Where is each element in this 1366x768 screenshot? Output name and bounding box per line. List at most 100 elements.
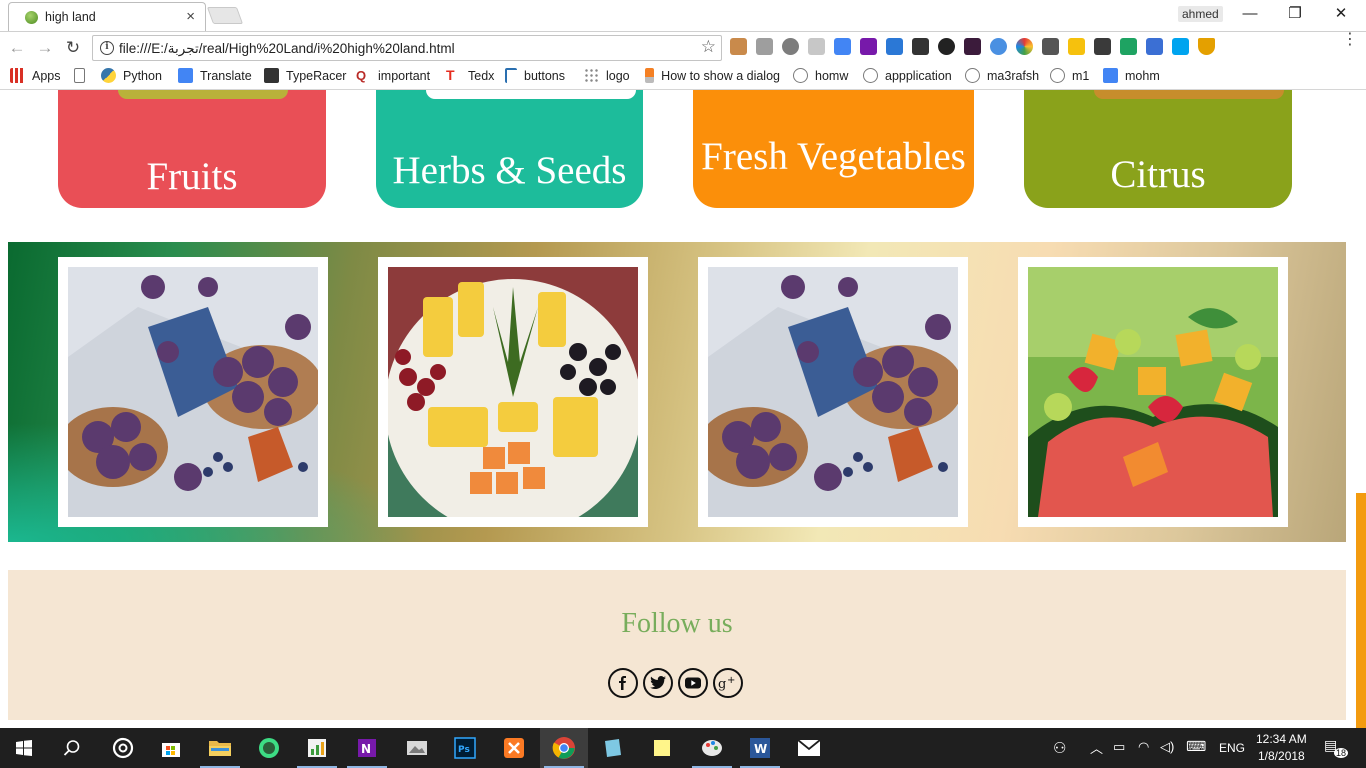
bookmark-translate[interactable]: Translate <box>178 68 252 83</box>
bookmark-python[interactable]: Python <box>101 68 162 83</box>
bookmark-tedx[interactable]: T Tedx <box>446 68 494 83</box>
clock-time[interactable]: 12:34 AM <box>1256 732 1307 746</box>
uwc-icon <box>863 68 878 83</box>
new-tab-button[interactable] <box>206 7 244 24</box>
extension-s-icon[interactable] <box>1172 38 1189 55</box>
search-icon[interactable] <box>48 728 96 768</box>
chart-app-icon[interactable] <box>293 728 341 768</box>
category-label: Fruits <box>146 155 238 198</box>
gallery-photo-platter[interactable] <box>378 257 648 527</box>
bookmark-homw[interactable]: homw <box>793 68 848 83</box>
extension-news-icon[interactable] <box>886 38 903 55</box>
onenote-icon[interactable]: N <box>343 728 391 768</box>
extension-camera-icon[interactable] <box>756 38 773 55</box>
wifi-icon[interactable]: ◠ <box>1138 739 1149 755</box>
show-hidden-icons-icon[interactable]: ︿ <box>1090 738 1103 757</box>
uwc-icon <box>793 68 808 83</box>
battery-icon[interactable]: ▭ <box>1113 739 1125 755</box>
gallery-photo-plums[interactable] <box>58 257 328 527</box>
word-icon[interactable]: W <box>736 728 784 768</box>
extension-key-icon[interactable] <box>730 38 747 55</box>
extension-dark-icon[interactable] <box>964 38 981 55</box>
start-windows-icon[interactable] <box>0 728 48 768</box>
chrome-icon[interactable] <box>540 728 588 768</box>
forward-arrow-icon[interactable]: → <box>34 37 56 59</box>
twitter-icon[interactable] <box>643 668 673 698</box>
xampp-icon[interactable] <box>490 728 538 768</box>
browser-tab[interactable]: high land × <box>8 2 206 31</box>
youtube-icon[interactable] <box>678 668 708 698</box>
extension-bulb-icon[interactable] <box>782 38 799 55</box>
people-icon[interactable]: ⚇ <box>1053 739 1066 757</box>
svg-text:W: W <box>754 742 767 756</box>
extension-gauge-icon[interactable] <box>938 38 955 55</box>
extension-color-wheel-icon[interactable] <box>1016 38 1033 55</box>
extension-download-icon[interactable] <box>990 38 1007 55</box>
extension-film-icon[interactable] <box>912 38 929 55</box>
info-icon[interactable]: i <box>100 41 114 55</box>
extension-m-icon[interactable] <box>1068 38 1085 55</box>
task-view-icon[interactable] <box>99 728 147 768</box>
fruit-platter-photo <box>388 267 638 517</box>
keyboard-icon[interactable]: ⌨ <box>1186 738 1206 755</box>
bookmark-ma3rafsh[interactable]: ma3rafsh <box>965 68 1039 83</box>
bookmark-apps[interactable]: Apps <box>10 68 61 83</box>
bookmark-star-icon[interactable]: ☆ <box>701 37 716 57</box>
back-arrow-icon[interactable]: ← <box>6 37 28 59</box>
tab-title: high land <box>45 10 96 24</box>
plums-bowls-photo <box>68 267 318 517</box>
bookmark-dialog[interactable]: How to show a dialog <box>645 68 780 83</box>
extension-onenote-icon[interactable] <box>860 38 877 55</box>
extension-dropbox-icon[interactable] <box>808 38 825 55</box>
category-card-herbs[interactable]: Herbs & Seeds <box>376 90 643 208</box>
paint-icon[interactable] <box>688 728 736 768</box>
file-explorer-icon[interactable] <box>196 728 244 768</box>
address-bar[interactable]: i file:///E:/تجربة/real/High%20Land/i%20… <box>92 35 722 61</box>
profile-name[interactable]: ahmed <box>1178 6 1223 22</box>
extension-evernote-icon[interactable] <box>1094 38 1111 55</box>
extension-window-icon[interactable] <box>1146 38 1163 55</box>
category-card-fruits[interactable]: Fruits <box>58 90 326 208</box>
volume-icon[interactable]: ◁) <box>1160 739 1174 755</box>
url-text[interactable]: file:///E:/تجربة/real/High%20Land/i%20hi… <box>119 41 455 57</box>
tab-close-icon[interactable]: × <box>186 8 195 25</box>
language-indicator[interactable]: ENG <box>1219 741 1245 755</box>
page-scrollbar[interactable] <box>1354 90 1366 728</box>
bookmark-appplication[interactable]: appplication <box>863 68 952 83</box>
extension-drive-icon[interactable] <box>1120 38 1137 55</box>
bookmark-typeracer[interactable]: TypeRacer <box>264 68 346 83</box>
photos-app-icon[interactable] <box>393 728 441 768</box>
mail-icon[interactable] <box>785 728 833 768</box>
bookmark-label: buttons <box>524 68 566 83</box>
category-card-citrus[interactable]: Citrus <box>1024 90 1292 208</box>
bookmark-label: Apps <box>32 68 61 83</box>
bookmark-mohm[interactable]: mohm <box>1103 68 1160 83</box>
extension-eyedropper-icon[interactable] <box>1042 38 1059 55</box>
bookmark-m1[interactable]: m1 <box>1050 68 1089 83</box>
category-card-vegetables[interactable]: Fresh Vegetables <box>693 90 974 208</box>
google-plus-icon[interactable]: g + <box>713 668 743 698</box>
follow-us-heading: Follow us <box>621 608 733 639</box>
extension-shield-icon[interactable] <box>1198 38 1215 55</box>
bookmark-buttons[interactable]: buttons <box>505 68 565 83</box>
scroll-thumb[interactable] <box>1356 493 1366 728</box>
notebook-app-icon[interactable] <box>588 728 636 768</box>
clock-date[interactable]: 1/8/2018 <box>1258 749 1305 763</box>
bookmark-page[interactable] <box>74 68 92 83</box>
photoshop-icon[interactable]: Ps <box>441 728 489 768</box>
bookmark-logo[interactable]: logo <box>584 68 630 83</box>
gallery-photo-plums-2[interactable] <box>698 257 968 527</box>
menu-dots-icon[interactable]: ⋮ <box>1342 32 1358 48</box>
android-studio-icon[interactable] <box>245 728 293 768</box>
bookmark-important[interactable]: Q important <box>356 68 430 83</box>
extension-translate-icon[interactable] <box>834 38 851 55</box>
sticky-notes-icon[interactable] <box>638 728 686 768</box>
store-icon[interactable] <box>147 728 195 768</box>
gallery-photo-fruit-salad[interactable] <box>1018 257 1288 527</box>
tab-favicon-icon <box>25 11 38 24</box>
reload-icon[interactable]: ↻ <box>62 37 84 59</box>
close-window-button[interactable]: ✕ <box>1318 0 1364 30</box>
minimize-button[interactable]: — <box>1227 0 1273 30</box>
maximize-button[interactable]: ❐ <box>1272 0 1318 30</box>
facebook-icon[interactable] <box>608 668 638 698</box>
